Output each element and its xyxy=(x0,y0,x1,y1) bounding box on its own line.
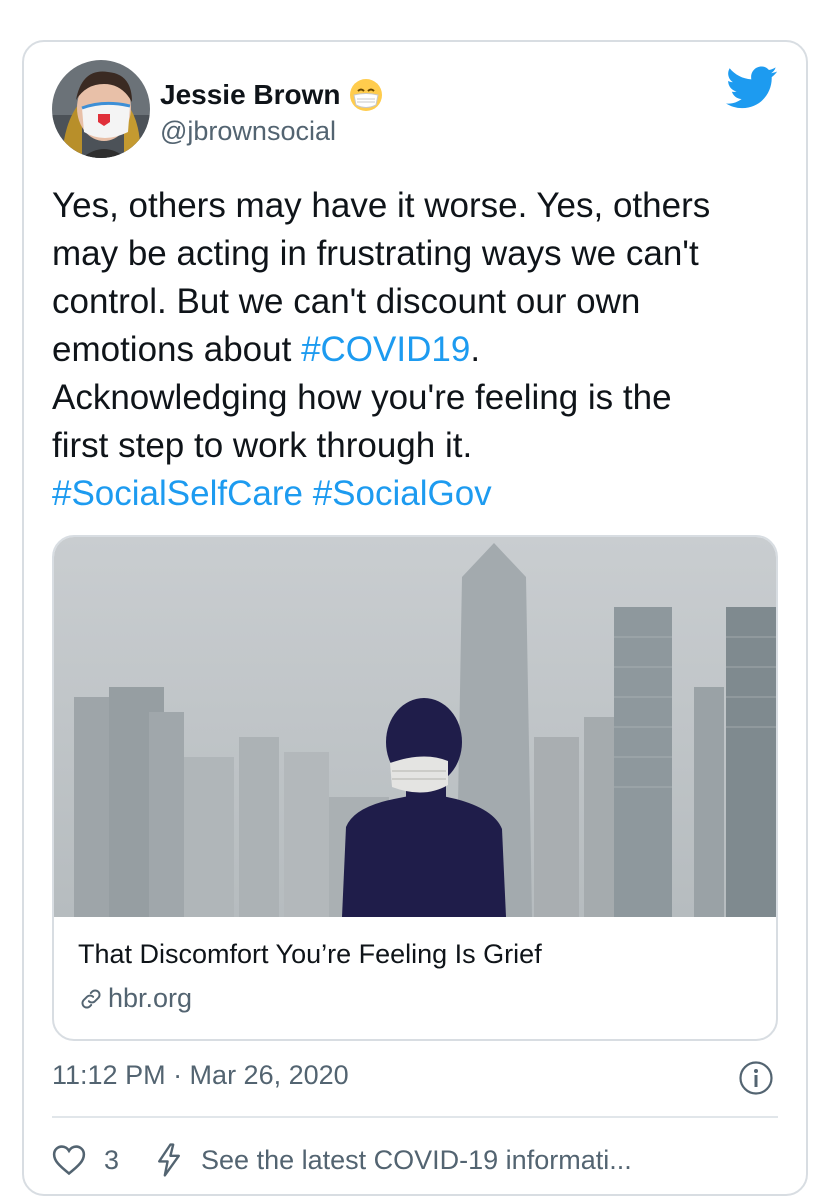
link-preview-image[interactable] xyxy=(54,537,776,917)
action-bar: 3 See the latest COVID-19 informati... xyxy=(52,1138,632,1182)
tweet-timestamp[interactable]: 11:12 PM · Mar 26, 2020 xyxy=(52,1060,349,1091)
link-title[interactable]: That Discomfort You’re Feeling Is Grief xyxy=(78,939,542,970)
like-count: 3 xyxy=(104,1144,120,1175)
covid-info-link[interactable]: See the latest COVID-19 informati... xyxy=(155,1143,632,1177)
twitter-bird-icon[interactable] xyxy=(726,66,778,110)
link-preview-card[interactable]: That Discomfort You’re Feeling Is Grief … xyxy=(52,535,778,1041)
heart-icon xyxy=(52,1144,86,1176)
info-icon[interactable] xyxy=(738,1060,774,1096)
face-with-medical-mask-emoji xyxy=(349,78,383,112)
tweet-line: emotions about #COVID19. xyxy=(52,330,481,369)
lightning-icon xyxy=(155,1143,183,1177)
tweet-line: first step to work through it. xyxy=(52,426,473,465)
tweet-line: Acknowledging how you're feeling is the xyxy=(52,378,672,417)
tweet-line: Yes, others may have it worse. Yes, othe… xyxy=(52,186,711,225)
author-handle[interactable]: @jbrownsocial xyxy=(160,116,336,147)
tweet-line: control. But we can't discount our own xyxy=(52,282,641,321)
link-domain[interactable]: hbr.org xyxy=(78,983,192,1014)
avatar[interactable] xyxy=(52,60,150,158)
hashtag-covid19[interactable]: #COVID19 xyxy=(301,330,470,369)
like-button[interactable]: 3 xyxy=(52,1144,119,1176)
hashtag-socialselfcare[interactable]: #SocialSelfCare xyxy=(52,474,303,513)
divider xyxy=(52,1116,778,1118)
hashtag-socialgov[interactable]: #SocialGov xyxy=(313,474,492,513)
tweet-text: Yes, others may have it worse. Yes, othe… xyxy=(52,182,782,518)
tweet-line: may be acting in frustrating ways we can… xyxy=(52,234,699,273)
author-name[interactable]: Jessie Brown xyxy=(160,78,383,112)
link-icon xyxy=(78,986,104,1012)
tweet-line: #SocialSelfCare #SocialGov xyxy=(52,470,782,518)
covid-info-text: See the latest COVID-19 informati... xyxy=(201,1144,632,1175)
